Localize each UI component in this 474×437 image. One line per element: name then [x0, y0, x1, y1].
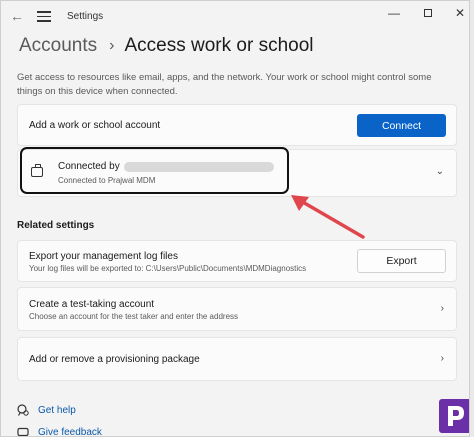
chevron-right-icon: ›: [440, 303, 444, 314]
page-description: Get access to resources like email, apps…: [17, 72, 432, 97]
prajwal-logo-icon: [439, 399, 469, 433]
test-account-subtitle: Choose an account for the test taker and…: [29, 312, 239, 321]
connect-button[interactable]: Connect: [357, 114, 446, 137]
give-feedback-link[interactable]: Give feedback: [38, 427, 102, 436]
window-title: Settings: [67, 11, 104, 22]
chevron-down-icon[interactable]: ⌄: [436, 166, 444, 177]
export-logs-title: Export your management log files: [29, 251, 178, 262]
feedback-icon: [17, 427, 29, 436]
export-logs-card: Export your management log files Your lo…: [17, 240, 457, 282]
export-button[interactable]: Export: [357, 249, 446, 273]
breadcrumb-accounts[interactable]: Accounts: [19, 35, 97, 57]
hamburger-icon[interactable]: [37, 11, 51, 23]
title-bar: ← Settings — ✕: [1, 1, 469, 33]
test-account-card[interactable]: Create a test-taking account Choose an a…: [17, 287, 457, 331]
page-title: Access work or school: [124, 35, 314, 56]
chevron-right-icon: ›: [440, 353, 444, 364]
maximize-icon: [424, 9, 432, 17]
breadcrumb-separator: ›: [109, 37, 115, 54]
breadcrumb: Accounts › Access work or school: [19, 34, 314, 58]
test-account-title: Create a test-taking account: [29, 299, 155, 310]
close-button[interactable]: ✕: [449, 5, 469, 21]
related-settings-heading: Related settings: [17, 220, 95, 231]
annotation-arrow-icon: [291, 195, 365, 239]
settings-window: ← Settings — ✕ Accounts › Access work or…: [0, 0, 470, 437]
export-logs-subtitle: Your log files will be exported to: C:\U…: [29, 264, 307, 273]
back-arrow-icon[interactable]: ←: [9, 8, 25, 24]
add-account-label: Add a work or school account: [29, 120, 161, 131]
provisioning-package-card[interactable]: Add or remove a provisioning package ›: [17, 337, 457, 381]
annotation-highlight-box: [20, 147, 289, 194]
help-icon: [17, 404, 29, 416]
add-account-card: Add a work or school account Connect: [17, 104, 457, 146]
maximize-button[interactable]: [417, 5, 439, 21]
minimize-button[interactable]: —: [383, 5, 405, 21]
get-help-link[interactable]: Get help: [38, 405, 76, 416]
provisioning-title: Add or remove a provisioning package: [29, 354, 200, 365]
